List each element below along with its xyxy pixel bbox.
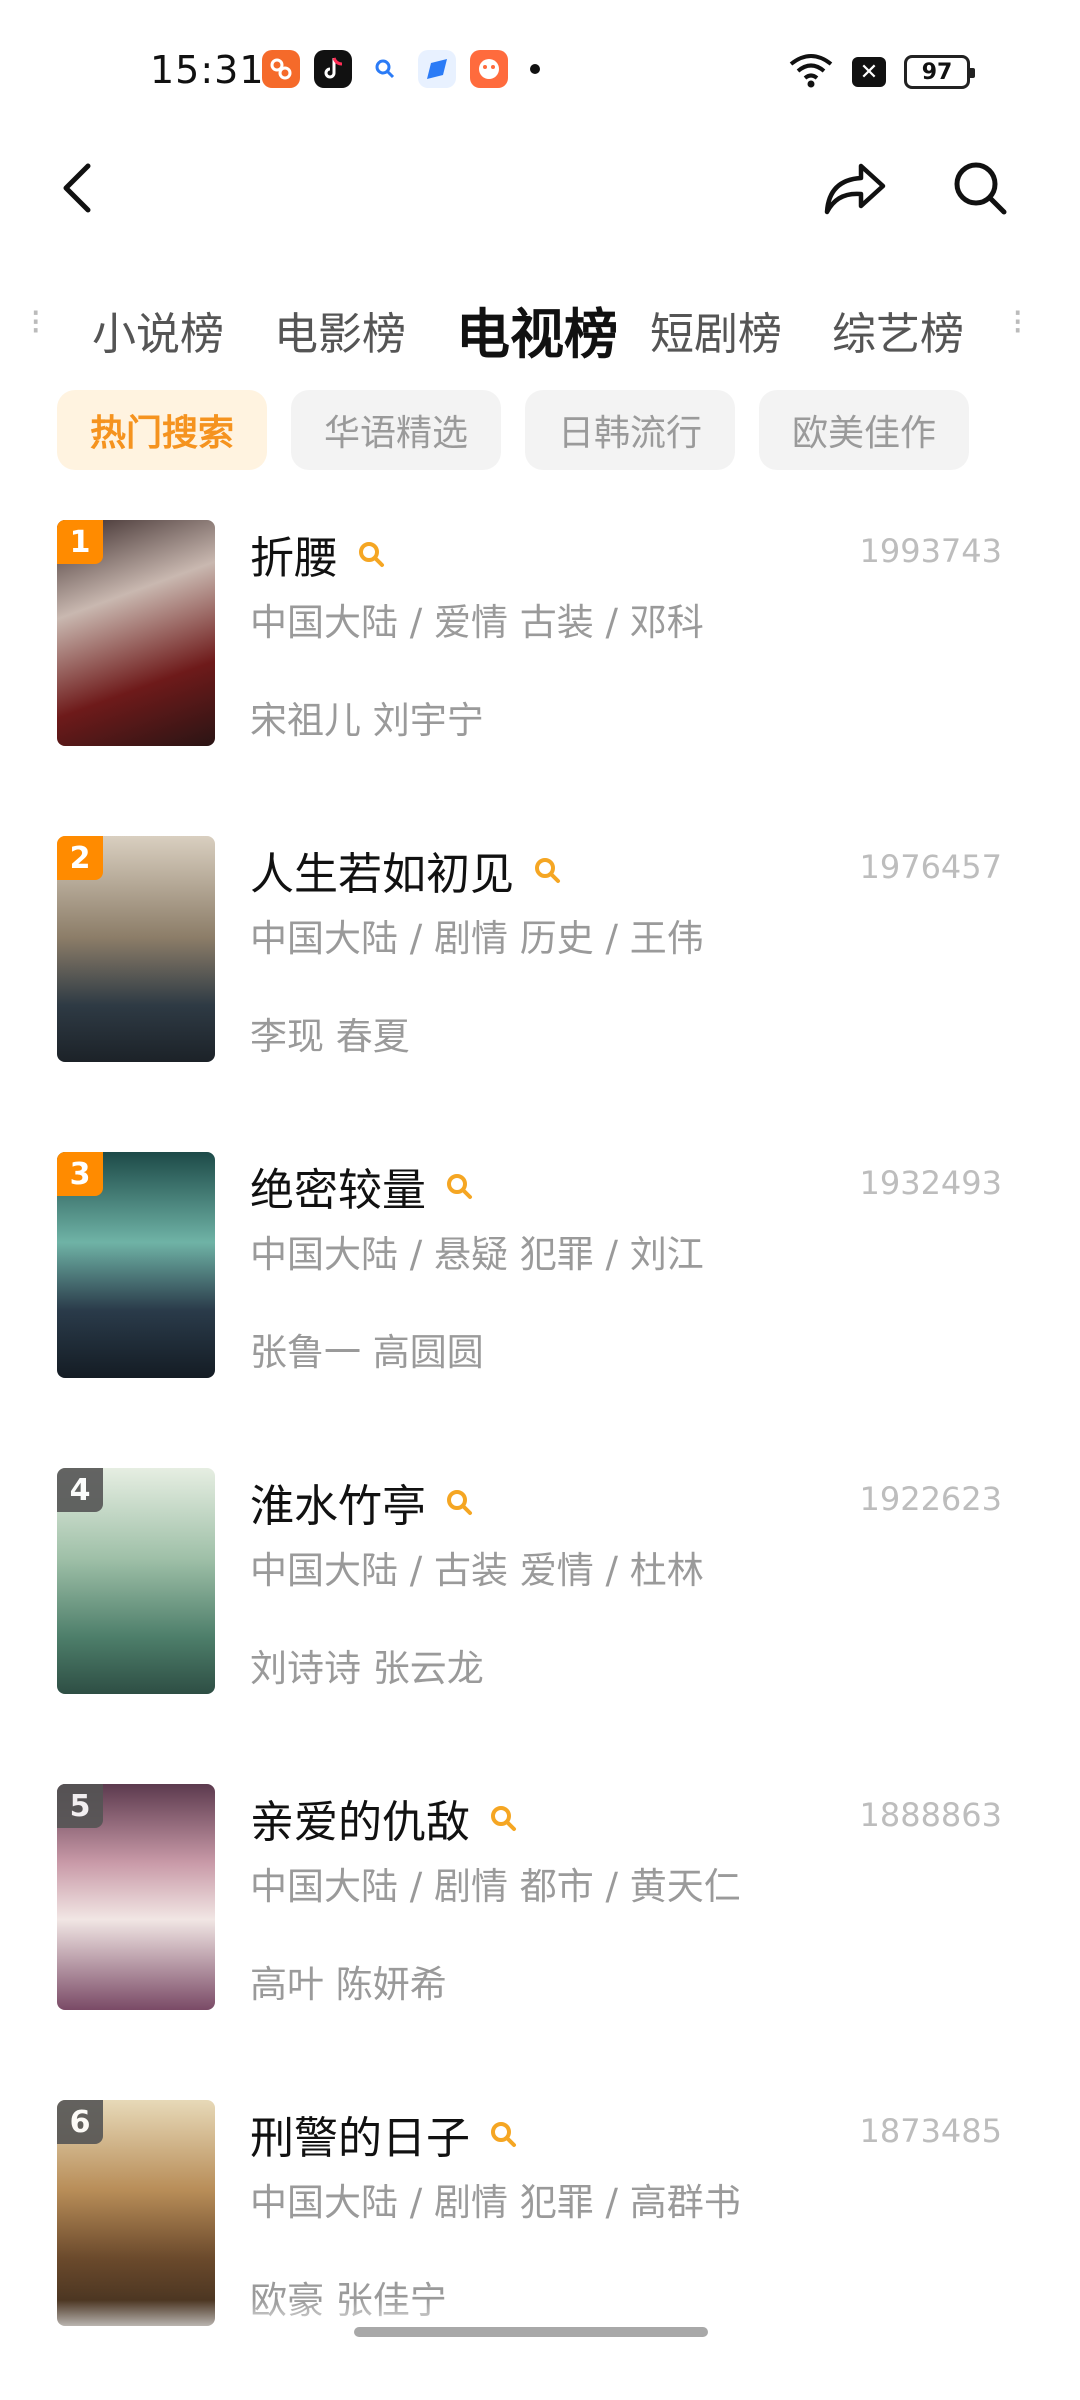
list-item[interactable]: 1 折腰 1993743 中国大陆 / 爱情 古装 / 邓科 宋祖儿 刘宇宁 xyxy=(0,520,1080,750)
ranking-tabs: ⁝ 小说榜 电影榜 电视榜 短剧榜 综艺榜 ⁝ xyxy=(0,280,1080,360)
share-arrow-icon xyxy=(824,163,886,215)
hot-score: 1922623 xyxy=(859,1480,1002,1518)
tab-tv[interactable]: 电视榜 xyxy=(456,290,618,360)
list-item[interactable]: 4 淮水竹亭 1922623 中国大陆 / 古装 爱情 / 杜林 刘诗诗 张云龙 xyxy=(0,1468,1080,1698)
hot-score: 1888863 xyxy=(859,1796,1002,1834)
rank-badge: 1 xyxy=(57,520,103,564)
tab-short-drama[interactable]: 短剧榜 xyxy=(650,298,782,360)
show-meta: 中国大陆 / 剧情 历史 / 王伟 xyxy=(250,917,704,960)
notification-icons xyxy=(262,50,540,88)
show-cast: 张鲁一 高圆圆 xyxy=(250,1331,484,1374)
search-app-icon xyxy=(366,50,404,88)
show-title[interactable]: 折腰 xyxy=(250,522,338,586)
hot-score: 1873485 xyxy=(859,2112,1002,2150)
rank-badge: 2 xyxy=(57,836,103,880)
poster-image[interactable]: 6 xyxy=(57,2100,215,2326)
no-sim-icon: ✕ xyxy=(852,57,886,87)
rank-badge: 3 xyxy=(57,1152,103,1196)
show-meta: 中国大陆 / 剧情 都市 / 黄天仁 xyxy=(250,1865,741,1908)
status-bar: 15:31 ✕ 97 xyxy=(0,0,1080,130)
poster-image[interactable]: 1 xyxy=(57,520,215,746)
title-search-icon[interactable] xyxy=(532,855,562,885)
show-meta: 中国大陆 / 剧情 犯罪 / 高群书 xyxy=(250,2181,741,2224)
title-search-icon[interactable] xyxy=(488,1803,518,1833)
home-indicator[interactable] xyxy=(354,2327,708,2337)
title-search-icon[interactable] xyxy=(488,2119,518,2149)
show-title[interactable]: 淮水竹亭 xyxy=(250,1470,426,1534)
hot-score: 1976457 xyxy=(859,848,1002,886)
tab-novel[interactable]: 小说榜 xyxy=(92,298,224,360)
rank-badge: 5 xyxy=(57,1784,103,1828)
browser-app-icon xyxy=(418,50,456,88)
search-icon xyxy=(954,162,1007,215)
tab-edge-right[interactable]: ⁝ xyxy=(1012,302,1023,343)
nav-bar xyxy=(0,130,1080,250)
poster-image[interactable]: 2 xyxy=(57,836,215,1062)
tab-movie[interactable]: 电影榜 xyxy=(274,298,406,360)
douyin-icon xyxy=(314,50,352,88)
show-cast: 刘诗诗 张云龙 xyxy=(250,1647,484,1690)
show-title[interactable]: 亲爱的仇敌 xyxy=(250,1786,470,1850)
filter-chips: 热门搜索 华语精选 日韩流行 欧美佳作 xyxy=(57,390,969,470)
share-button[interactable] xyxy=(815,148,895,228)
status-time: 15:31 xyxy=(150,48,265,92)
hot-score: 1932493 xyxy=(859,1164,1002,1202)
tab-variety[interactable]: 综艺榜 xyxy=(832,298,964,360)
title-search-icon[interactable] xyxy=(444,1487,474,1517)
list-item[interactable]: 3 绝密较量 1932493 中国大陆 / 悬疑 犯罪 / 刘江 张鲁一 高圆圆 xyxy=(0,1152,1080,1382)
show-cast: 高叶 陈妍希 xyxy=(250,1963,447,2006)
chip-hot-search[interactable]: 热门搜索 xyxy=(57,390,267,470)
show-cast: 李现 春夏 xyxy=(250,1015,410,1058)
title-search-icon[interactable] xyxy=(444,1171,474,1201)
show-cast: 宋祖儿 刘宇宁 xyxy=(250,699,484,742)
game-app-icon xyxy=(470,50,508,88)
back-button[interactable] xyxy=(38,148,118,228)
list-item[interactable]: 5 亲爱的仇敌 1888863 中国大陆 / 剧情 都市 / 黄天仁 高叶 陈妍… xyxy=(0,1784,1080,2014)
poster-image[interactable]: 5 xyxy=(57,1784,215,2010)
list-item[interactable]: 6 刑警的日子 1873485 中国大陆 / 剧情 犯罪 / 高群书 欧豪 张佳… xyxy=(0,2100,1080,2330)
wifi-icon xyxy=(788,52,834,92)
app-icon-1 xyxy=(262,50,300,88)
rank-badge: 4 xyxy=(57,1468,103,1512)
more-notifications-dot xyxy=(530,64,540,74)
chip-chinese[interactable]: 华语精选 xyxy=(291,390,501,470)
show-meta: 中国大陆 / 爱情 古装 / 邓科 xyxy=(250,601,704,644)
show-title[interactable]: 人生若如初见 xyxy=(250,838,514,902)
bottom-fade xyxy=(0,2300,1080,2400)
poster-image[interactable]: 4 xyxy=(57,1468,215,1694)
tab-edge-left[interactable]: ⁝ xyxy=(30,302,41,343)
show-title[interactable]: 绝密较量 xyxy=(250,1154,426,1218)
battery-indicator: 97 xyxy=(904,55,975,89)
chip-western[interactable]: 欧美佳作 xyxy=(759,390,969,470)
chip-japan-korea[interactable]: 日韩流行 xyxy=(525,390,735,470)
show-meta: 中国大陆 / 悬疑 犯罪 / 刘江 xyxy=(250,1233,704,1276)
status-right: ✕ 97 xyxy=(788,52,975,92)
show-title[interactable]: 刑警的日子 xyxy=(250,2102,470,2166)
search-button[interactable] xyxy=(940,148,1020,228)
chevron-left-icon xyxy=(63,163,91,213)
poster-image[interactable]: 3 xyxy=(57,1152,215,1378)
hot-score: 1993743 xyxy=(859,532,1002,570)
list-item[interactable]: 2 人生若如初见 1976457 中国大陆 / 剧情 历史 / 王伟 李现 春夏 xyxy=(0,836,1080,1066)
rank-badge: 6 xyxy=(57,2100,103,2144)
show-meta: 中国大陆 / 古装 爱情 / 杜林 xyxy=(250,1549,704,1592)
title-search-icon[interactable] xyxy=(356,539,386,569)
